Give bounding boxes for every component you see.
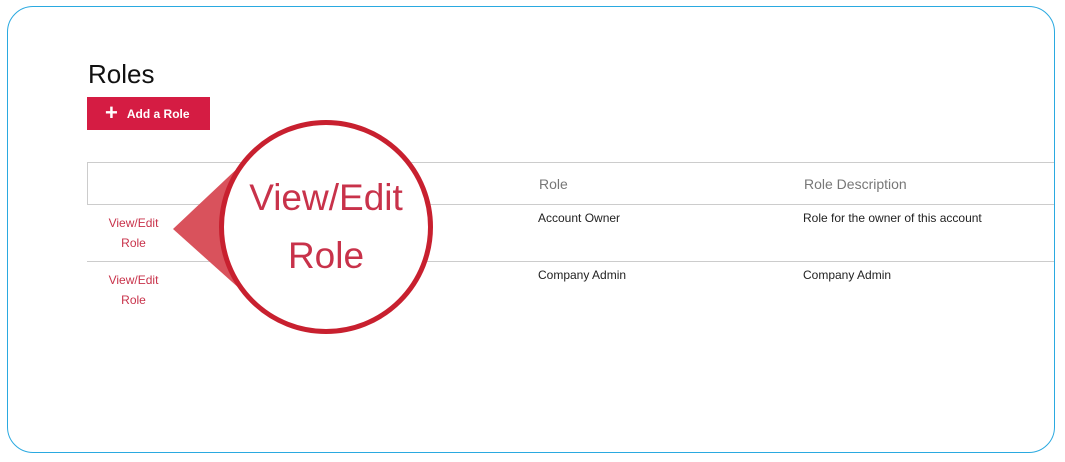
page-title: Roles — [88, 59, 155, 89]
header-role-description: Role Description — [804, 176, 907, 192]
description-cell: Role for the owner of this account — [803, 211, 982, 225]
role-cell: Company Admin — [538, 268, 627, 282]
callout-magnifier: View/Edit Role — [219, 120, 433, 334]
callout-line1: View/Edit — [249, 177, 403, 218]
plus-icon: + — [105, 99, 118, 125]
description-cell: Company Admin — [803, 268, 892, 282]
add-role-label: Add a Role — [126, 106, 190, 121]
screenshot-frame: Roles + Add a Role Role Role Description… — [7, 6, 1055, 453]
header-role: Role — [539, 176, 568, 192]
view-edit-role-link[interactable]: View/Edit Role — [87, 270, 180, 310]
role-cell: Account Owner — [538, 211, 621, 225]
view-edit-role-link[interactable]: View/Edit Role — [87, 213, 180, 253]
add-role-button[interactable]: + Add a Role — [87, 97, 210, 130]
callout-line2: Role — [287, 235, 365, 276]
